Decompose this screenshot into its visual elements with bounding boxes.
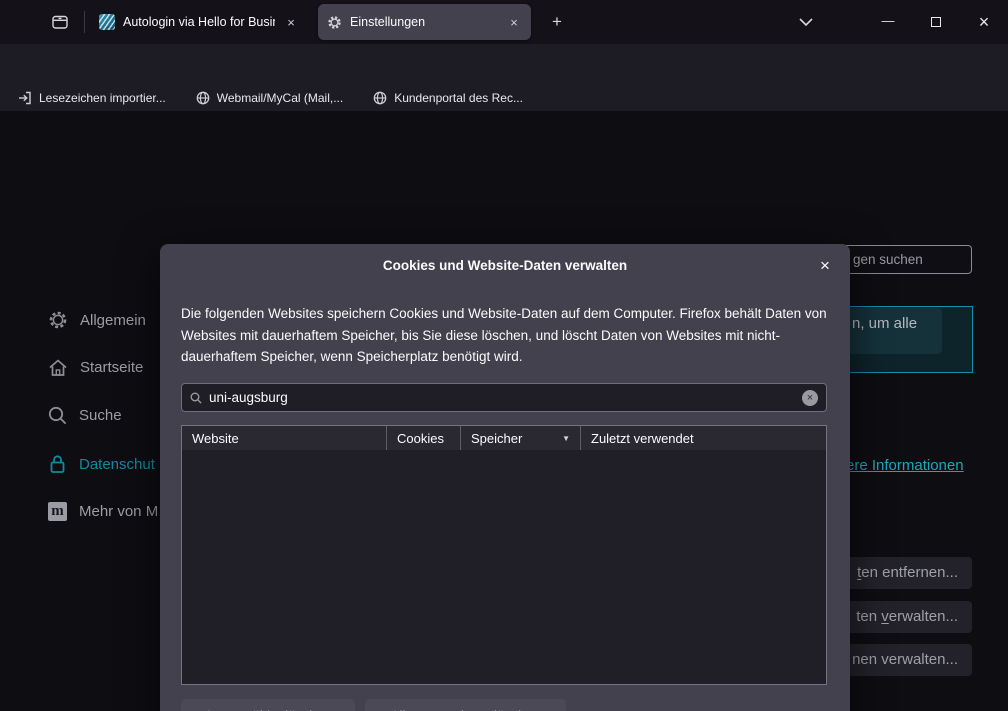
sort-desc-icon: ▼	[562, 434, 570, 443]
gear-icon	[48, 310, 68, 330]
tab-title: Autologin via Hello for Business	[123, 15, 275, 29]
column-header-zuletzt-verwendet[interactable]: Zuletzt verwendet	[580, 426, 826, 450]
dialog-close-button[interactable]: ×	[812, 253, 838, 279]
label-part: ten	[856, 608, 881, 625]
firefox-view-icon	[50, 12, 70, 32]
sidebar-item-label: Startseite	[80, 359, 143, 376]
search-icon	[48, 406, 67, 425]
column-header-cookies[interactable]: Cookies	[386, 426, 460, 450]
cookies-dialog: Cookies und Website-Daten verwalten × Di…	[160, 244, 850, 711]
tab-separator	[84, 11, 85, 33]
globe-icon	[373, 91, 387, 105]
label-part: en entfernen...	[861, 564, 958, 581]
table-header-row: Website Cookies Speicher ▼ Zuletzt verwe…	[182, 426, 826, 450]
gear-icon	[327, 15, 342, 30]
tab-close-icon[interactable]: ×	[506, 15, 522, 30]
mozilla-m-icon: m	[48, 502, 67, 521]
settings-page-dimmed: Allgemein Startseite Suche Datenschut	[0, 111, 1008, 711]
table-body-empty	[182, 450, 826, 684]
minimize-icon: —	[882, 13, 895, 28]
minimize-button[interactable]: —	[868, 0, 908, 44]
lock-icon	[48, 454, 67, 474]
bookmark-kundenportal[interactable]: Kundenportal des Rec...	[373, 91, 523, 105]
tab-bar: Autologin via Hello for Business × Einst…	[0, 0, 1008, 44]
bookmark-webmail[interactable]: Webmail/MyCal (Mail,...	[196, 91, 343, 105]
tab-close-icon[interactable]: ×	[283, 15, 299, 30]
dialog-description: Die folgenden Websites speichern Cookies…	[181, 303, 831, 368]
search-icon	[190, 392, 202, 404]
bookmark-label: Webmail/MyCal (Mail,...	[217, 91, 343, 105]
column-header-speicher[interactable]: Speicher ▼	[460, 426, 580, 450]
site-data-table: Website Cookies Speicher ▼ Zuletzt verwe…	[181, 425, 827, 685]
home-icon	[48, 358, 68, 377]
tab-title: Einstellungen	[350, 15, 498, 29]
import-icon	[18, 91, 32, 105]
tab-favicon	[99, 14, 115, 30]
label-part: Alle ange	[390, 708, 446, 711]
window-close-button[interactable]: ×	[964, 0, 1004, 44]
sidebar-item-mehr-von-mozilla[interactable]: m Mehr von M	[48, 502, 158, 521]
tab-list-dropdown-button[interactable]	[786, 0, 826, 44]
maximize-button[interactable]	[916, 0, 956, 44]
browser-window: Autologin via Hello for Business × Einst…	[0, 0, 1008, 711]
sidebar-item-label: Datenschut	[79, 456, 155, 473]
tab-autologin[interactable]: Autologin via Hello for Business ×	[90, 5, 308, 39]
label-part: eigten löschen	[453, 708, 540, 711]
ausgewaehlte-loeschen-button[interactable]: Ausgewählte löschen	[181, 699, 355, 711]
sidebar-item-label: Suche	[79, 407, 122, 424]
bookmarks-toolbar: Lesezeichen importier... Webmail/MyCal (…	[0, 84, 1008, 111]
firefox-view-button[interactable]	[47, 10, 73, 34]
alle-angezeigten-loeschen-button[interactable]: Alle angezeigten löschen	[365, 699, 566, 711]
bookmark-label: Lesezeichen importier...	[39, 91, 166, 105]
globe-icon	[196, 91, 210, 105]
weitere-informationen-link[interactable]: ere Informationen	[846, 457, 964, 474]
bookmark-import[interactable]: Lesezeichen importier...	[18, 91, 166, 105]
dialog-title: Cookies und Website-Daten verwalten	[160, 258, 850, 273]
new-tab-button[interactable]: +	[545, 11, 569, 33]
chevron-down-icon	[799, 18, 813, 26]
sidebar-item-suche[interactable]: Suche	[48, 406, 122, 425]
column-header-website[interactable]: Website	[182, 426, 386, 450]
sidebar-item-datenschutz[interactable]: Datenschut	[48, 454, 155, 474]
sidebar-item-label: Allgemein	[80, 312, 146, 329]
navigation-toolbar: ← → Firefox about:preferences#privacy ☆	[0, 44, 1008, 84]
clear-search-icon[interactable]: ×	[802, 390, 818, 406]
label-accesskey: v	[881, 608, 889, 625]
dialog-search-input[interactable]	[209, 390, 795, 405]
label-part: erwalten...	[889, 608, 958, 625]
bookmark-label: Kundenportal des Rec...	[394, 91, 523, 105]
sidebar-item-allgemein[interactable]: Allgemein	[48, 310, 146, 330]
sidebar-item-startseite[interactable]: Startseite	[48, 358, 143, 377]
label-accesskey: z	[447, 708, 454, 711]
sidebar-item-label: Mehr von M	[79, 503, 158, 520]
tab-einstellungen[interactable]: Einstellungen ×	[318, 4, 531, 40]
dialog-search-field[interactable]: ×	[181, 383, 827, 412]
maximize-icon	[931, 17, 941, 27]
